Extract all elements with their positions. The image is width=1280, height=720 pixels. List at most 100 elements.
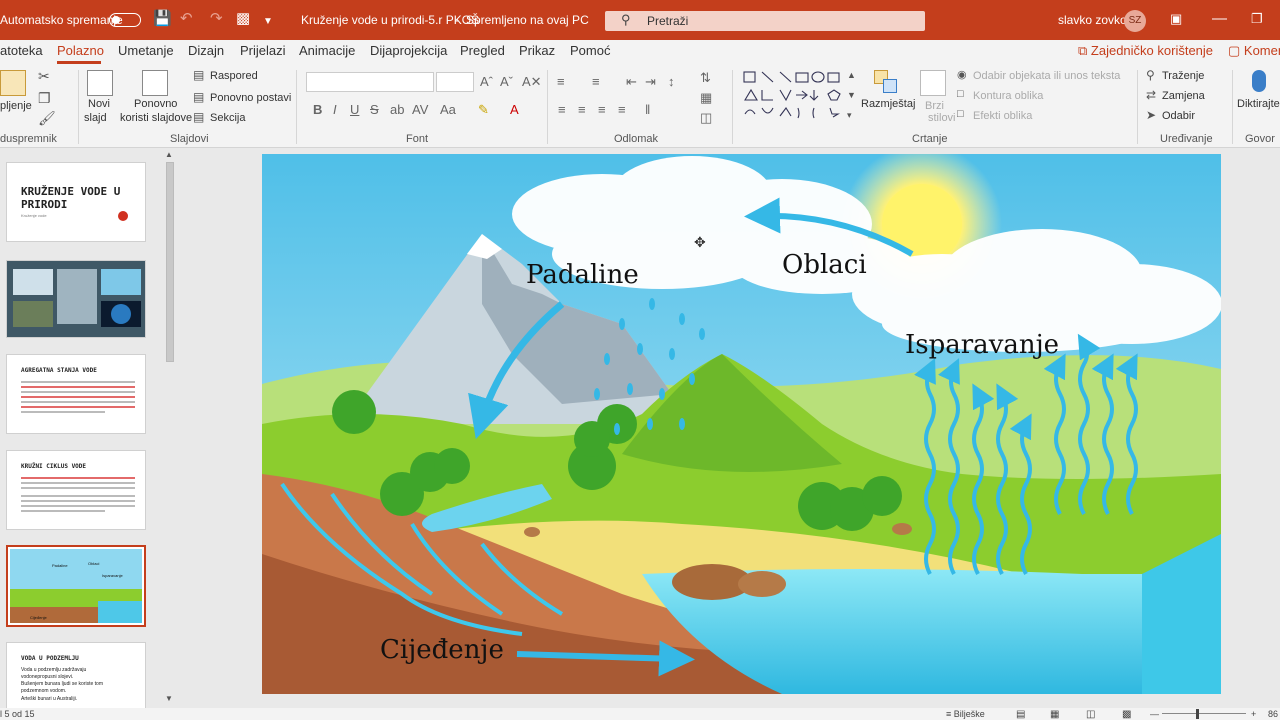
restore-icon[interactable]: ❐ bbox=[1251, 11, 1263, 27]
redo-icon[interactable]: ↷ bbox=[210, 11, 223, 27]
microphone-icon[interactable] bbox=[1252, 70, 1266, 92]
search-box[interactable]: ⚲ Pretraži bbox=[605, 11, 925, 31]
spacing-icon[interactable]: AV bbox=[412, 102, 428, 117]
line-spacing-icon[interactable]: ↕ bbox=[668, 74, 675, 89]
shape-outline-icon[interactable]: □ bbox=[957, 88, 964, 100]
font-color-icon[interactable]: A bbox=[510, 102, 519, 117]
tab-transitions[interactable]: Prijelazi bbox=[240, 43, 286, 58]
autosave-toggle[interactable] bbox=[109, 13, 141, 27]
slide-thumbnail-1[interactable]: KRUŽENJE VODE U PRIRODI Kruženje vode bbox=[6, 162, 146, 242]
tab-design[interactable]: Dizajn bbox=[188, 43, 224, 58]
dictate-button[interactable]: Diktirajte bbox=[1237, 98, 1280, 110]
select-icon[interactable]: ➤ bbox=[1146, 108, 1156, 122]
shrink-font-icon[interactable]: Aˇ bbox=[500, 74, 513, 89]
quick-styles-label[interactable]: Brzi bbox=[925, 100, 944, 112]
italic-icon[interactable]: I bbox=[333, 102, 337, 117]
reading-view-icon[interactable]: ◫ bbox=[1086, 709, 1095, 720]
select-objects-label[interactable]: Odabir objekata ili unos teksta bbox=[973, 70, 1120, 82]
align-center-icon[interactable]: ≡ bbox=[578, 102, 586, 117]
arrange-icon[interactable] bbox=[874, 70, 898, 94]
label-clouds[interactable]: Oblaci bbox=[782, 250, 867, 280]
find-icon[interactable]: ⚲ bbox=[1146, 68, 1155, 82]
comments-button[interactable]: ▢ Komen bbox=[1228, 43, 1280, 59]
shapes-scroll-up-icon[interactable]: ▲ bbox=[847, 70, 856, 80]
smartart-icon[interactable]: ◫ bbox=[700, 110, 712, 126]
bullets-icon[interactable]: ≡ bbox=[557, 74, 565, 89]
tab-home[interactable]: Polazno bbox=[57, 43, 104, 58]
save-icon[interactable]: 💾 bbox=[153, 11, 172, 27]
clear-format-icon[interactable]: A✕ bbox=[522, 74, 542, 90]
slide-thumbnail-2[interactable] bbox=[6, 260, 146, 338]
strikethrough-icon[interactable]: S bbox=[370, 102, 379, 117]
slide-thumbnail-4[interactable]: KRUŽNI CIKLUS VODE bbox=[6, 450, 146, 530]
customize-qat-icon[interactable]: ▼ bbox=[263, 14, 273, 30]
numbering-icon[interactable]: ≡ bbox=[592, 74, 600, 89]
paste-icon[interactable] bbox=[0, 70, 26, 96]
tab-file[interactable]: atoteka bbox=[0, 43, 43, 58]
tab-insert[interactable]: Umetanje bbox=[118, 43, 174, 58]
user-name[interactable]: slavko zovko bbox=[1058, 13, 1127, 27]
replace-button[interactable]: Zamjena bbox=[1162, 90, 1205, 102]
tab-review[interactable]: Pregled bbox=[460, 43, 505, 58]
scrollbar-thumb[interactable] bbox=[166, 162, 174, 362]
present-icon[interactable]: ▩ bbox=[236, 11, 250, 27]
shapes-scroll-down-icon[interactable]: ▼ bbox=[847, 90, 856, 100]
increase-indent-icon[interactable]: ⇥ bbox=[645, 74, 656, 90]
copy-icon[interactable]: ❐ bbox=[38, 90, 51, 107]
paste-label[interactable]: pljenje bbox=[0, 100, 32, 112]
new-slide-label-2[interactable]: slajd bbox=[84, 112, 107, 124]
reuse-slides-label-2[interactable]: koristi slajdove bbox=[120, 112, 192, 124]
change-case-icon[interactable]: Aa bbox=[440, 102, 456, 117]
select-button[interactable]: Odabir bbox=[1162, 110, 1195, 122]
zoom-level[interactable]: 86 bbox=[1268, 709, 1278, 719]
zoom-slider[interactable] bbox=[1162, 713, 1246, 714]
align-text-icon[interactable]: ▦ bbox=[700, 90, 712, 106]
quick-styles-label-2[interactable]: stilovi bbox=[928, 112, 956, 124]
slide-thumbnail-5-selected[interactable]: Padaline Oblaci Isparavanje Cijeđenje bbox=[6, 545, 146, 627]
reuse-slides-icon[interactable] bbox=[142, 70, 168, 96]
bold-icon[interactable]: B bbox=[313, 102, 322, 117]
layout-icon[interactable]: ▤ bbox=[193, 68, 204, 82]
thumbnail-scrollbar[interactable]: ▲ ▼ bbox=[164, 148, 176, 708]
section-button[interactable]: Sekcija bbox=[210, 112, 245, 124]
layout-button[interactable]: Raspored bbox=[210, 70, 258, 82]
ribbon-display-icon[interactable]: ▣ bbox=[1170, 11, 1182, 27]
tab-slideshow[interactable]: Dijaprojekcija bbox=[370, 43, 447, 58]
underline-icon[interactable]: U bbox=[350, 102, 359, 117]
shape-outline-label[interactable]: Kontura oblika bbox=[973, 90, 1043, 102]
tab-animations[interactable]: Animacije bbox=[299, 43, 355, 58]
normal-view-icon[interactable]: ▤ bbox=[1016, 709, 1025, 720]
highlight-icon[interactable]: ✎ bbox=[478, 102, 489, 118]
undo-icon[interactable]: ↶ bbox=[180, 11, 193, 27]
text-direction-icon[interactable]: ⇅ bbox=[700, 70, 711, 86]
tab-view[interactable]: Prikaz bbox=[519, 43, 555, 58]
quick-styles-icon[interactable] bbox=[920, 70, 946, 96]
align-right-icon[interactable]: ≡ bbox=[598, 102, 606, 117]
font-name-dropdown[interactable] bbox=[306, 72, 434, 92]
slide-thumbnail-6[interactable]: VODA U PODZEMLJU Voda u podzemlju zadrža… bbox=[6, 642, 146, 708]
shapes-more-icon[interactable]: ▾ bbox=[847, 110, 852, 121]
reset-button[interactable]: Ponovno postavi bbox=[210, 92, 291, 104]
zoom-out-icon[interactable]: — bbox=[1150, 709, 1159, 719]
decrease-indent-icon[interactable]: ⇤ bbox=[626, 74, 637, 90]
new-slide-icon[interactable] bbox=[87, 70, 113, 96]
reset-icon[interactable]: ▤ bbox=[193, 90, 204, 104]
zoom-slider-handle[interactable] bbox=[1196, 709, 1199, 719]
find-button[interactable]: Traženje bbox=[1162, 70, 1204, 82]
shape-fill-icon[interactable]: ◉ bbox=[957, 68, 967, 81]
shapes-gallery[interactable] bbox=[742, 70, 854, 126]
notes-button[interactable]: ≡ Bilješke bbox=[946, 709, 985, 719]
label-infiltration[interactable]: Cijeđenje bbox=[380, 635, 504, 665]
replace-icon[interactable]: ⇄ bbox=[1146, 88, 1156, 102]
shape-effects-label[interactable]: Efekti oblika bbox=[973, 110, 1032, 122]
arrange-label[interactable]: Razmještaj bbox=[861, 98, 915, 110]
slide-sorter-icon[interactable]: ▦ bbox=[1050, 709, 1059, 720]
tab-help[interactable]: Pomoć bbox=[570, 43, 610, 58]
share-button[interactable]: ⧉ Zajedničko korištenje bbox=[1078, 43, 1213, 59]
slide-thumbnail-3[interactable]: AGREGATNA STANJA VODE bbox=[6, 354, 146, 434]
columns-icon[interactable]: ‖ bbox=[645, 102, 650, 117]
scroll-up-icon[interactable]: ▲ bbox=[165, 150, 173, 159]
reuse-slides-label[interactable]: Ponovno bbox=[134, 98, 177, 110]
zoom-in-icon[interactable]: + bbox=[1251, 709, 1256, 719]
slide-canvas[interactable]: Padaline Oblaci Isparavanje Cijeđenje ✥ bbox=[262, 154, 1221, 694]
